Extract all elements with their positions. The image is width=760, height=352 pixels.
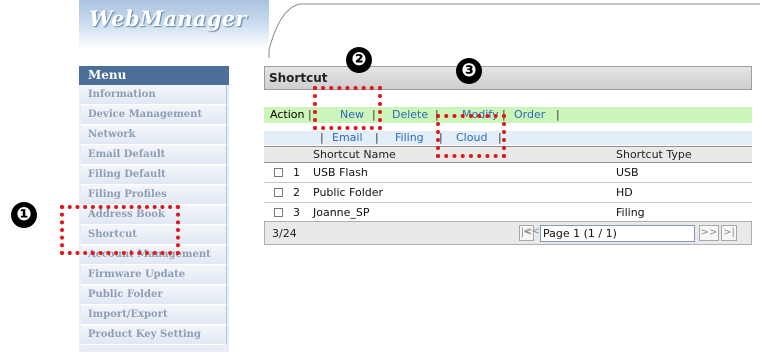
sidebar-item-public-folder[interactable]: Public Folder: [81, 285, 227, 305]
filing-button[interactable]: Filing: [395, 131, 424, 145]
row-number: 1: [293, 166, 300, 179]
table-row[interactable]: 1 USB Flash USB: [264, 163, 752, 183]
shortcut-name: USB Flash: [313, 166, 368, 179]
table-row[interactable]: 3 Joanne_SP Filing: [264, 203, 752, 223]
sidebar-item-filing-profiles[interactable]: Filing Profiles: [81, 185, 227, 205]
table-header: Shortcut Name Shortcut Type: [264, 146, 752, 163]
shortcut-name: Public Folder: [313, 186, 384, 199]
sidebar-item-information[interactable]: Information: [81, 85, 227, 105]
separator: |: [308, 108, 312, 121]
callout-box-cloud: [436, 114, 506, 158]
sidebar-item-product-key-setting[interactable]: Product Key Setting: [81, 325, 227, 345]
sidebar-item-filing-default[interactable]: Filing Default: [81, 165, 227, 185]
separator: |: [556, 108, 560, 121]
next-page-button[interactable]: >>: [699, 225, 719, 241]
sidebar-item-network[interactable]: Network: [81, 125, 227, 145]
app-logo: WebManager: [89, 6, 247, 31]
callout-badge-2: ❷: [346, 47, 372, 73]
sidebar-item-email-default[interactable]: Email Default: [81, 145, 227, 165]
callout-box-sidebar: [60, 205, 180, 255]
delete-button[interactable]: Delete: [392, 107, 428, 123]
row-number: 3: [293, 206, 300, 219]
shortcut-type: Filing: [616, 206, 645, 219]
email-button[interactable]: Email: [332, 131, 363, 145]
sidebar-item-import-export[interactable]: Import/Export: [81, 305, 227, 325]
table-row[interactable]: 2 Public Folder HD: [264, 183, 752, 203]
callout-box-new: [313, 86, 382, 130]
page-select[interactable]: Page 1 (1 / 1): [540, 225, 695, 242]
shortcut-type: HD: [616, 186, 633, 199]
prev-page-button[interactable]: <<: [523, 225, 540, 241]
shortcut-name: Joanne_SP: [313, 206, 370, 219]
callout-badge-1: ❶: [11, 202, 37, 228]
action-label: Action: [270, 108, 305, 121]
sidebar-item-firmware-update[interactable]: Firmware Update: [81, 265, 227, 285]
row-number: 2: [293, 186, 300, 199]
row-checkbox[interactable]: [274, 188, 283, 197]
record-count: 3/24: [272, 227, 297, 240]
pagination-bar: 3/24 |< << Page 1 (1 / 1) >> >|: [264, 221, 752, 245]
sub-action-bar: | Email | Filing | Cloud |: [264, 131, 752, 145]
separator: |: [320, 131, 324, 144]
column-header-name: Shortcut Name: [313, 148, 396, 161]
row-checkbox[interactable]: [274, 168, 283, 177]
column-header-type: Shortcut Type: [616, 148, 692, 161]
sidebar-item-device-management[interactable]: Device Management: [81, 105, 227, 125]
last-page-button[interactable]: >|: [721, 225, 737, 241]
callout-badge-3: ❸: [456, 58, 482, 84]
order-button[interactable]: Order: [514, 107, 545, 123]
separator: |: [375, 131, 379, 144]
shortcut-type: USB: [616, 166, 639, 179]
menu-header: Menu: [79, 66, 229, 85]
row-checkbox[interactable]: [274, 208, 283, 217]
